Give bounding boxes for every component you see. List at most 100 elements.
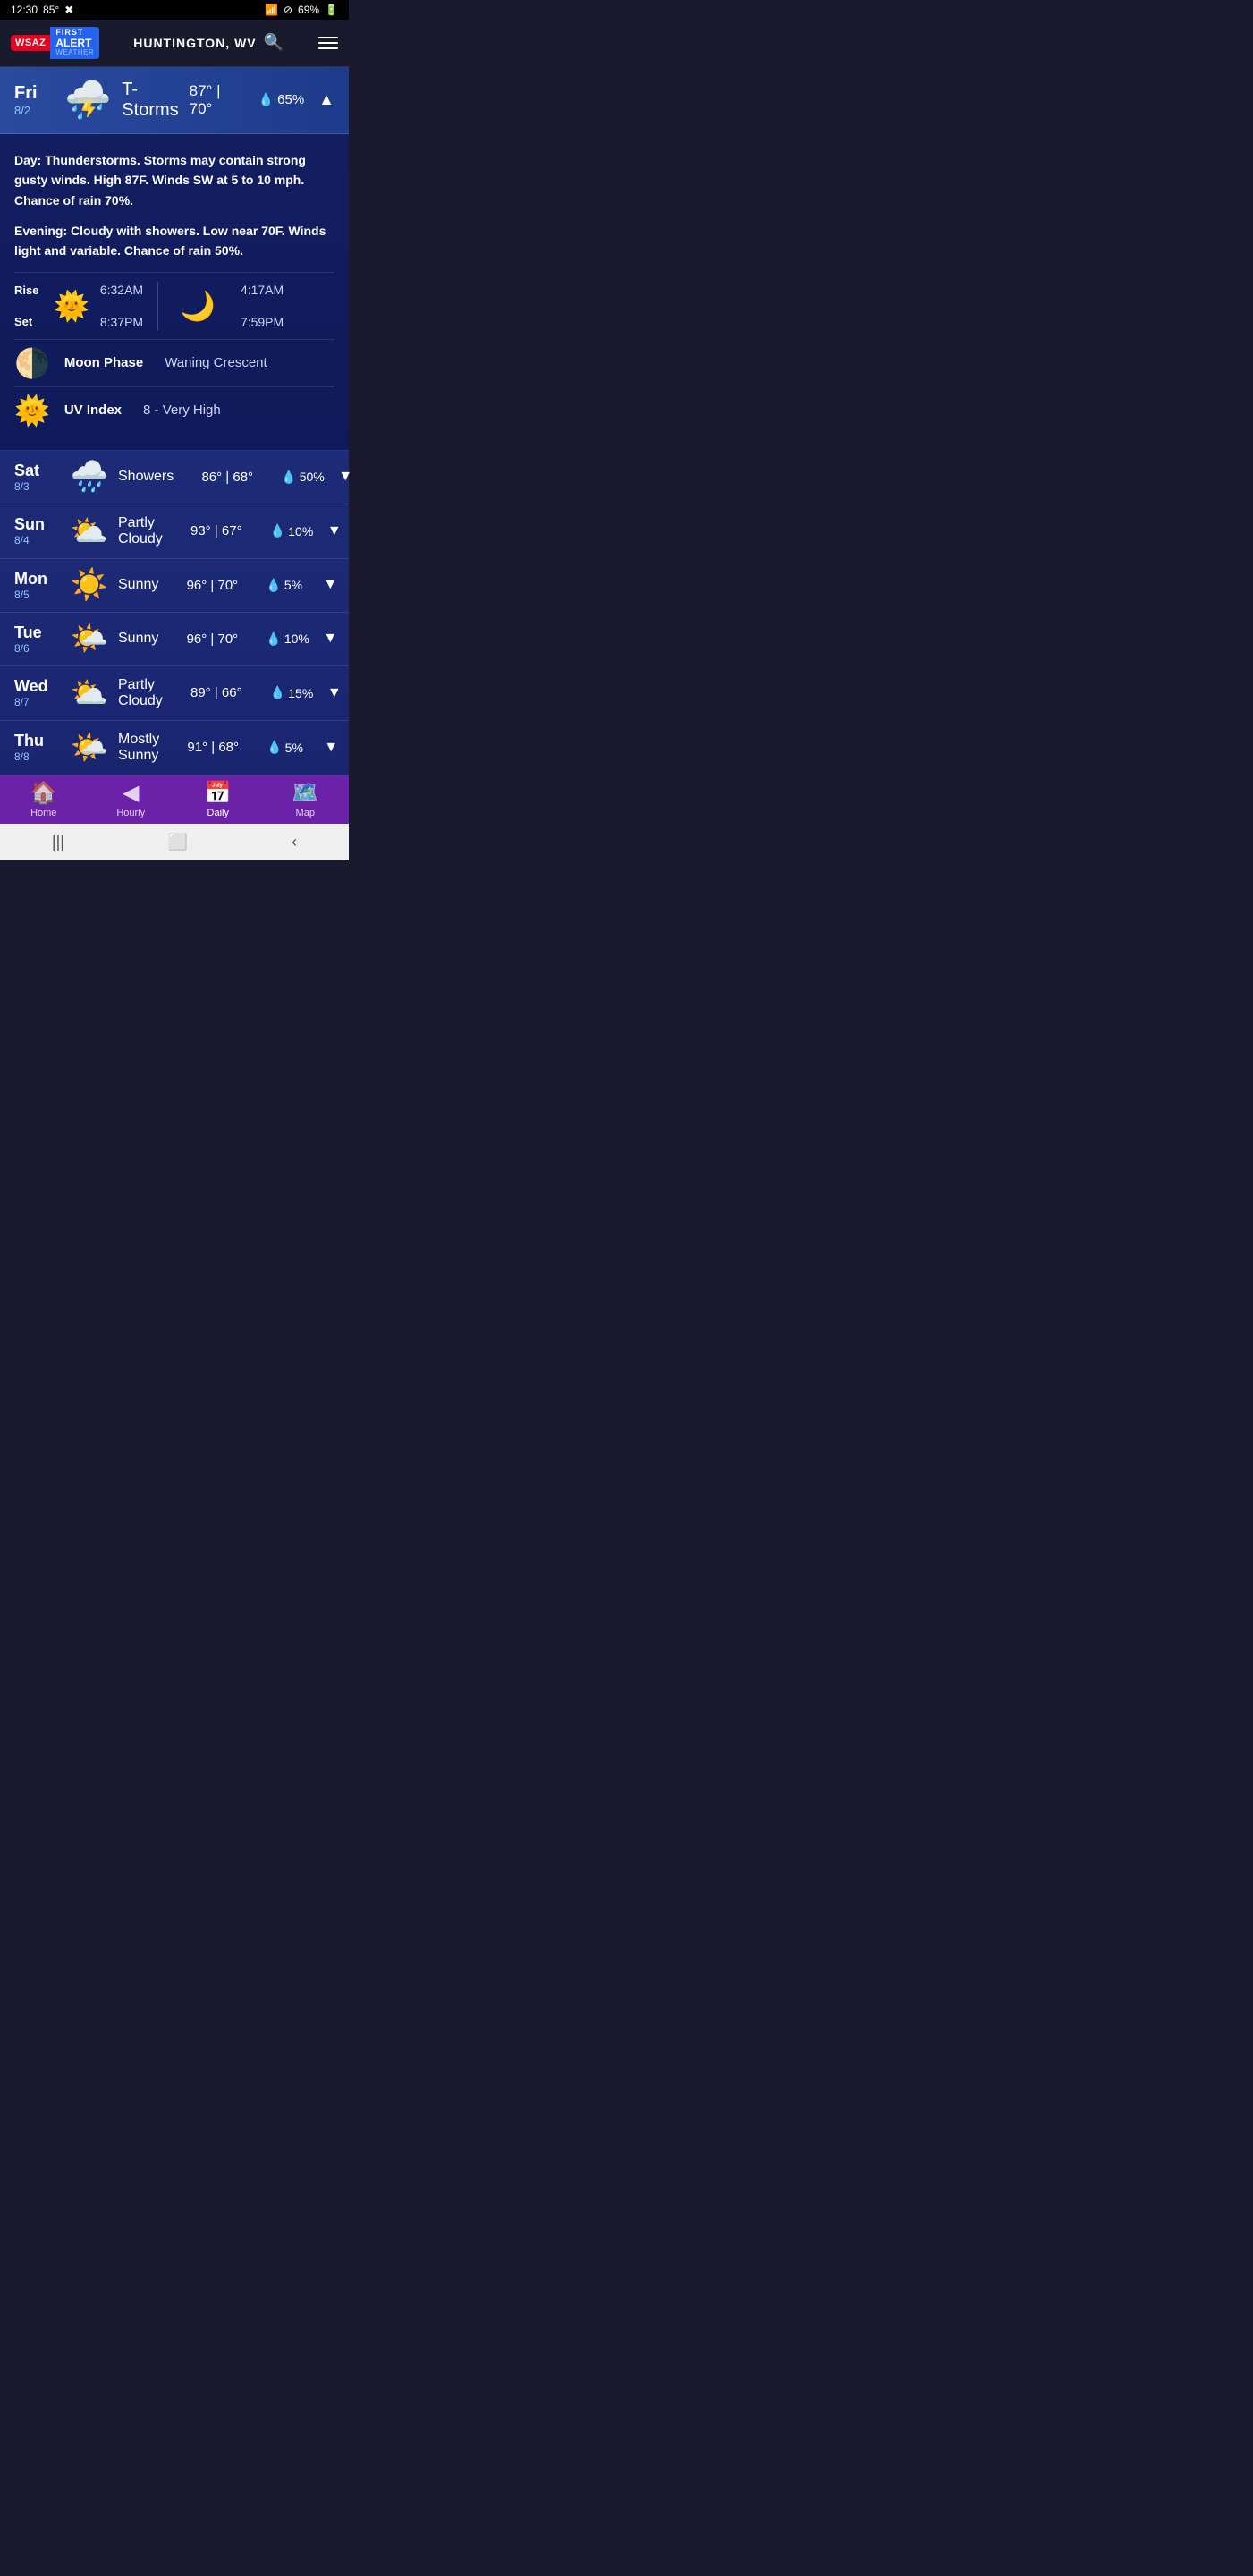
forecast-row[interactable]: Sat 8/3 🌧️ Showers 86° | 68° 💧 50% ▼: [0, 451, 349, 504]
fc-condition-4: Partly Cloudy: [118, 677, 163, 709]
fc-day-num-4: 8/7: [14, 696, 61, 708]
fc-date-0: Sat 8/3: [14, 462, 61, 493]
fc-weather-icon-2: ☀️: [70, 570, 109, 600]
fc-expand-chevron-0[interactable]: ▼: [338, 469, 352, 485]
day-detail-text: Day: Thunderstorms. Storms may contain s…: [14, 150, 334, 210]
fc-precip-pct-1: 10%: [288, 524, 313, 538]
wifi-icon: 📶: [265, 4, 278, 16]
header-location: HUNTINGTON, WV 🔍: [133, 33, 284, 52]
app-logo: WSAZ FIRST ALERT WEATHER: [11, 27, 99, 59]
dnd-icon: ⊘: [284, 4, 292, 16]
fc-condition-3: Sunny: [118, 631, 158, 647]
current-day-header[interactable]: Fri 8/2 ⛈️ T-Storms 87° | 70° 💧 65% ▲: [0, 67, 349, 134]
fc-condition-2: Sunny: [118, 577, 158, 593]
fc-day-num-3: 8/6: [14, 642, 61, 655]
moon-phase-label: Moon Phase: [64, 355, 143, 370]
nav-item-hourly[interactable]: ◀ Hourly: [104, 783, 157, 818]
fc-date-5: Thu 8/8: [14, 732, 61, 763]
android-home-btn[interactable]: ⬜: [168, 833, 188, 852]
fc-day-name-0: Sat: [14, 462, 61, 480]
android-nav-bar: ||| ⬜ ‹: [0, 824, 349, 860]
moonrise-time: 4:17AM: [241, 283, 284, 297]
moon-phase-row: 🌗 Moon Phase Waning Crescent: [14, 339, 334, 386]
current-precip-pct: 65%: [277, 92, 304, 107]
fc-condition-0: Showers: [118, 469, 174, 485]
fc-drop-icon-3: 💧: [266, 631, 281, 647]
temp-separator: |: [216, 82, 220, 99]
main-content: Fri 8/2 ⛈️ T-Storms 87° | 70° 💧 65% ▲ Da…: [0, 67, 349, 775]
nav-icon-home: 🏠: [30, 783, 57, 804]
forecast-row[interactable]: Tue 8/6 🌤️ Sunny 96° | 70° 💧 10% ▼: [0, 613, 349, 666]
fc-condition-5: Mostly Sunny: [118, 732, 159, 764]
fc-precip-pct-0: 50%: [300, 470, 325, 484]
current-condition: T-Storms: [122, 80, 178, 121]
moon-icon: 🌙: [180, 289, 216, 323]
current-day-name: Fri: [14, 83, 54, 104]
uv-sun-icon: 🌞: [14, 396, 50, 425]
android-recents-btn[interactable]: |||: [52, 833, 64, 852]
bottom-nav: 🏠 Home ◀ Hourly 📅 Daily 🗺️ Map: [0, 775, 349, 824]
fc-drop-icon-0: 💧: [281, 470, 296, 485]
status-bar: 12:30 85° ✖ 📶 ⊘ 69% 🔋: [0, 0, 349, 20]
current-day-date: Fri 8/2: [14, 83, 54, 117]
fc-drop-icon-2: 💧: [266, 578, 281, 593]
forecast-row[interactable]: Thu 8/8 🌤️ Mostly Sunny 91° | 68° 💧 5% ▼: [0, 721, 349, 775]
sun-times: 6:32AM 8:37PM: [100, 283, 143, 329]
uv-row: 🌞 UV Index 8 - Very High: [14, 386, 334, 434]
sun-icon: 🌞: [54, 289, 89, 323]
nav-label-map: Map: [296, 808, 315, 818]
android-back-btn[interactable]: ‹: [292, 833, 297, 852]
nav-item-map[interactable]: 🗺️ Map: [278, 783, 332, 818]
nav-icon-hourly: ◀: [123, 783, 139, 804]
current-weather-icon: ⛈️: [64, 81, 111, 119]
fc-expand-chevron-4[interactable]: ▼: [327, 685, 342, 701]
fc-weather-icon-4: ⛅: [70, 678, 109, 708]
status-x-icon: ✖: [64, 4, 73, 16]
fc-precip-pct-3: 10%: [284, 631, 309, 646]
fc-drop-icon-1: 💧: [270, 523, 285, 538]
battery-pct: 69%: [298, 4, 319, 16]
fc-expand-chevron-2[interactable]: ▼: [323, 577, 337, 593]
nav-item-daily[interactable]: 📅 Daily: [191, 783, 245, 818]
fc-temps-2: 96° | 70°: [167, 578, 257, 593]
fc-date-4: Wed 8/7: [14, 677, 61, 708]
fc-day-num-1: 8/4: [14, 534, 61, 547]
nav-label-home: Home: [30, 808, 56, 818]
moon-phase-icon: 🌗: [14, 349, 50, 377]
fc-precip-5: 💧 5%: [267, 740, 311, 755]
status-temp: 85°: [43, 4, 59, 16]
status-left: 12:30 85° ✖: [11, 4, 73, 16]
fc-day-num-2: 8/5: [14, 589, 61, 601]
sunrise-time: 6:32AM: [100, 283, 143, 297]
sunset-time: 8:37PM: [100, 315, 143, 329]
fc-expand-chevron-5[interactable]: ▼: [324, 740, 338, 756]
raindrop-icon: 💧: [258, 92, 274, 107]
search-icon[interactable]: 🔍: [264, 33, 284, 52]
day-detail-body: Thunderstorms. Storms may contain strong…: [14, 153, 306, 208]
forecast-row[interactable]: Wed 8/7 ⛅ Partly Cloudy 89° | 66° 💧 15% …: [0, 666, 349, 721]
collapse-chevron[interactable]: ▲: [318, 90, 334, 109]
status-time: 12:30: [11, 4, 38, 16]
fc-expand-chevron-1[interactable]: ▼: [327, 523, 342, 539]
fc-expand-chevron-3[interactable]: ▼: [323, 631, 337, 647]
fc-drop-icon-4: 💧: [270, 685, 285, 700]
forecast-row[interactable]: Sun 8/4 ⛅ Partly Cloudy 93° | 67° 💧 10% …: [0, 504, 349, 559]
logo-weather: WEATHER: [55, 49, 94, 57]
fc-temps-5: 91° | 68°: [168, 740, 258, 755]
fc-weather-icon-0: 🌧️: [70, 462, 109, 492]
current-temps: 87° | 70°: [190, 82, 248, 118]
forecast-row[interactable]: Mon 8/5 ☀️ Sunny 96° | 70° 💧 5% ▼: [0, 559, 349, 613]
fc-weather-icon-3: 🌤️: [70, 623, 109, 654]
fc-day-num-5: 8/8: [14, 750, 61, 763]
fc-date-3: Tue 8/6: [14, 623, 61, 655]
menu-button[interactable]: [318, 37, 338, 49]
menu-line-1: [318, 37, 338, 38]
fc-day-num-0: 8/3: [14, 480, 61, 493]
evening-prefix: Evening:: [14, 224, 67, 238]
moonset-time: 7:59PM: [241, 315, 284, 329]
nav-item-home[interactable]: 🏠 Home: [17, 783, 71, 818]
fc-day-name-2: Mon: [14, 570, 61, 589]
forecast-list: Sat 8/3 🌧️ Showers 86° | 68° 💧 50% ▼ Sun…: [0, 451, 349, 775]
fc-precip-1: 💧 10%: [270, 523, 315, 538]
moon-times: 4:17AM 7:59PM: [241, 283, 284, 329]
